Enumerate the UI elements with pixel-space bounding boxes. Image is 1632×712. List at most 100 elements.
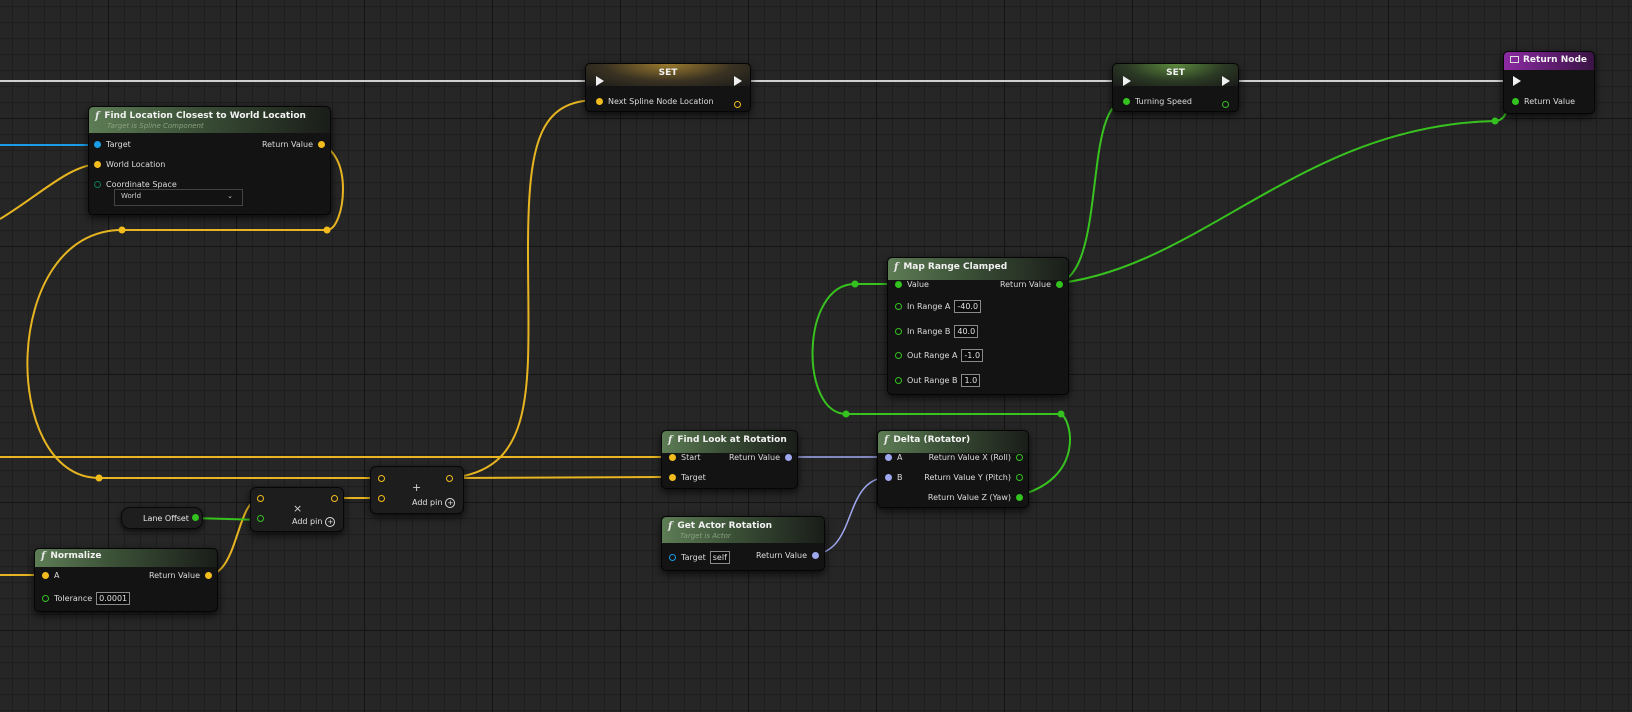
return-value-pin-row[interactable]: Return Value <box>1507 97 1575 106</box>
vector-pin-icon[interactable] <box>42 572 49 579</box>
delta-rotator-node[interactable]: f Delta (Rotator) A Return Value X (Roll… <box>877 430 1029 508</box>
out-range-a-pin-row[interactable]: Out Range A -1.0 <box>890 349 984 362</box>
float-out-pin-icon[interactable] <box>1222 101 1229 108</box>
float-pin-icon[interactable] <box>1016 454 1023 461</box>
rotator-pin-icon[interactable] <box>812 552 819 559</box>
reroute-knot[interactable] <box>95 474 103 482</box>
return-value-pin-row[interactable]: Return Value <box>262 140 330 149</box>
float-pin-icon[interactable] <box>257 515 264 522</box>
vector-out-pin-icon[interactable] <box>331 495 338 502</box>
float-pin-icon[interactable] <box>1016 494 1023 501</box>
find-look-header[interactable]: f Find Look at Rotation <box>662 431 797 453</box>
exec-out-pin-icon[interactable] <box>1222 76 1230 86</box>
rotator-pin-icon[interactable] <box>785 454 792 461</box>
yaw-pin-row[interactable]: Return Value Z (Yaw) <box>928 493 1028 502</box>
return-value-pin-row[interactable]: Return Value <box>729 453 797 462</box>
float-pin-icon[interactable] <box>1016 474 1023 481</box>
set-location-header[interactable]: SET <box>586 64 750 86</box>
exec-in-pin-icon[interactable] <box>1123 76 1131 86</box>
lane-offset-variable-node[interactable]: Lane Offset <box>121 507 203 529</box>
return-node[interactable]: Return Node Return Value <box>1503 51 1595 114</box>
world-location-pin-row[interactable]: World Location <box>89 160 165 169</box>
add-pin-button[interactable]: Add pin + <box>412 498 456 508</box>
a-pin-row[interactable]: A <box>880 453 902 462</box>
pitch-pin-row[interactable]: Return Value Y (Pitch) <box>924 473 1028 482</box>
map-range-header[interactable]: f Map Range Clamped <box>888 258 1068 280</box>
set-speed-node[interactable]: SET Turning Speed <box>1112 63 1239 112</box>
add-node[interactable]: + Add pin + <box>370 466 464 514</box>
reroute-knot[interactable] <box>118 226 126 234</box>
normalize-header[interactable]: f Normalize <box>35 549 217 567</box>
rotator-pin-icon[interactable] <box>885 454 892 461</box>
enum-pin-icon[interactable] <box>94 181 101 188</box>
add-pin-button[interactable]: Add pin + <box>292 517 336 527</box>
float-pin-icon[interactable] <box>895 281 902 288</box>
tolerance-input[interactable]: 0.0001 <box>96 592 131 605</box>
next-spline-node-location-pin-row[interactable]: Next Spline Node Location <box>591 97 714 106</box>
b-pin-row[interactable]: B <box>880 473 903 482</box>
delta-header[interactable]: f Delta (Rotator) <box>878 431 1028 453</box>
out-range-b-input[interactable]: 1.0 <box>961 374 981 387</box>
reroute-knot[interactable] <box>1491 117 1499 125</box>
out-range-a-input[interactable]: -1.0 <box>961 349 984 362</box>
find-look-at-rotation-node[interactable]: f Find Look at Rotation Start Return Val… <box>661 430 798 489</box>
find-location-header[interactable]: f Find Location Closest to World Locatio… <box>89 107 330 133</box>
float-pin-icon[interactable] <box>895 303 902 310</box>
set-location-node[interactable]: SET Next Spline Node Location <box>585 63 751 112</box>
exec-in-pin-icon[interactable] <box>1513 76 1521 86</box>
vector-out-pin-icon[interactable] <box>734 101 741 108</box>
vector-pin-icon[interactable] <box>205 572 212 579</box>
vector-pin-icon[interactable] <box>378 475 385 482</box>
vector-pin-icon[interactable] <box>669 474 676 481</box>
reroute-knot[interactable] <box>1057 410 1065 418</box>
reroute-knot[interactable] <box>851 280 859 288</box>
float-pin-icon[interactable] <box>192 514 199 521</box>
exec-in-pin-icon[interactable] <box>596 76 604 86</box>
map-range-clamped-node[interactable]: f Map Range Clamped Value Return Value I… <box>887 257 1069 395</box>
vector-out-pin-icon[interactable] <box>446 475 453 482</box>
float-pin-icon[interactable] <box>1512 98 1519 105</box>
target-pin-row[interactable]: Target <box>89 140 131 149</box>
turning-speed-pin-row[interactable]: Turning Speed <box>1118 97 1192 106</box>
rotator-pin-icon[interactable] <box>885 474 892 481</box>
set-speed-header[interactable]: SET <box>1113 64 1238 86</box>
in-range-b-pin-row[interactable]: In Range B 40.0 <box>890 325 979 338</box>
a-pin-row[interactable]: A <box>37 571 59 580</box>
coordinate-space-dropdown[interactable]: World ⌄ <box>114 189 243 206</box>
float-pin-icon[interactable] <box>895 377 902 384</box>
out-range-b-pin-row[interactable]: Out Range B 1.0 <box>890 374 981 387</box>
return-node-header[interactable]: Return Node <box>1504 52 1594 70</box>
in-range-b-input[interactable]: 40.0 <box>954 325 979 338</box>
normalize-node[interactable]: f Normalize A Return Value Tolerance 0.0… <box>34 548 218 612</box>
object-pin-icon[interactable] <box>669 554 676 561</box>
float-pin-icon[interactable] <box>42 595 49 602</box>
reroute-knot[interactable] <box>842 410 850 418</box>
reroute-knot[interactable] <box>323 226 331 234</box>
float-pin-icon[interactable] <box>895 352 902 359</box>
in-range-a-pin-row[interactable]: In Range A -40.0 <box>890 300 982 313</box>
target-pin-row[interactable]: Target <box>664 473 706 482</box>
find-location-node[interactable]: f Find Location Closest to World Locatio… <box>88 106 331 215</box>
get-actor-rotation-header[interactable]: f Get Actor Rotation Target is Actor <box>662 517 824 543</box>
return-value-pin-row[interactable]: Return Value <box>1000 280 1068 289</box>
vector-pin-icon[interactable] <box>378 495 385 502</box>
roll-pin-row[interactable]: Return Value X (Roll) <box>929 453 1028 462</box>
vector-pin-icon[interactable] <box>94 161 101 168</box>
in-range-a-input[interactable]: -40.0 <box>954 300 982 313</box>
start-pin-row[interactable]: Start <box>664 453 701 462</box>
value-pin-row[interactable]: Value <box>890 280 929 289</box>
return-value-pin-row[interactable]: Return Value <box>149 571 217 580</box>
tolerance-pin-row[interactable]: Tolerance 0.0001 <box>37 592 131 605</box>
float-pin-icon[interactable] <box>1056 281 1063 288</box>
vector-pin-icon[interactable] <box>318 141 325 148</box>
vector-pin-icon[interactable] <box>596 98 603 105</box>
vector-pin-icon[interactable] <box>669 454 676 461</box>
exec-out-pin-icon[interactable] <box>734 76 742 86</box>
coordinate-space-pin-row[interactable]: Coordinate Space <box>89 180 177 189</box>
float-pin-icon[interactable] <box>1123 98 1130 105</box>
target-pin-row[interactable]: Target self <box>664 551 730 564</box>
return-value-pin-row[interactable]: Return Value <box>756 551 824 560</box>
object-pin-icon[interactable] <box>94 141 101 148</box>
float-pin-icon[interactable] <box>895 328 902 335</box>
vector-pin-icon[interactable] <box>257 495 264 502</box>
